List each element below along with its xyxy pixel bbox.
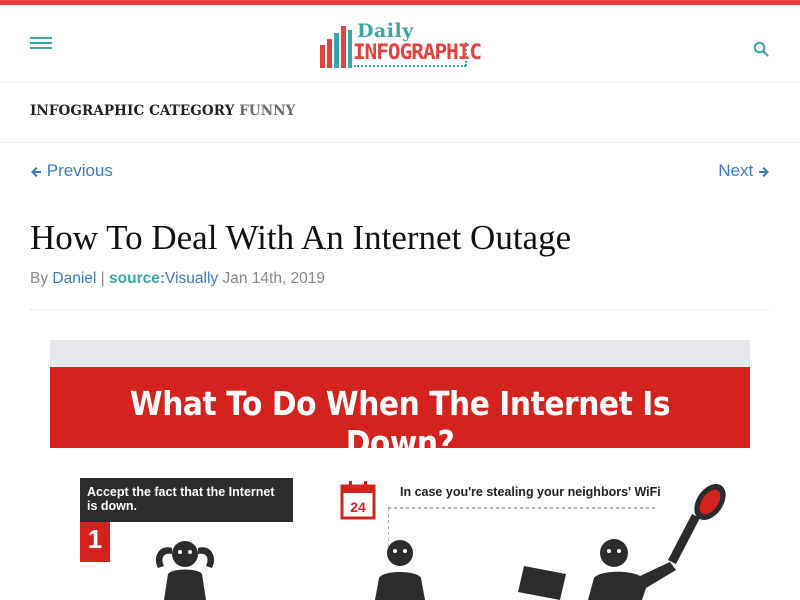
- laptop-icon: [518, 566, 566, 600]
- logo-dotted-line: [354, 65, 466, 67]
- category-value-link[interactable]: FUNNY: [239, 103, 295, 119]
- logo-text-infographic: INFOGRAPHIC: [353, 40, 482, 64]
- stressed-person-icon: [155, 541, 215, 600]
- calendar-number: 24: [350, 499, 366, 515]
- search-icon[interactable]: [753, 41, 769, 57]
- logo-dotted-line-vertical: [465, 42, 467, 66]
- person-with-pan-icon: [588, 483, 726, 600]
- meta-divider: [30, 309, 770, 310]
- next-label: Next: [718, 161, 754, 180]
- category-label: INFOGRAPHIC CATEGORY: [30, 103, 235, 119]
- by-label: By: [30, 270, 49, 287]
- site-logo[interactable]: Daily INFOGRAPHIC: [320, 20, 482, 70]
- source-link[interactable]: Visually: [165, 270, 218, 287]
- arrow-left-icon: [31, 167, 41, 177]
- post-title: How To Deal With An Internet Outage: [30, 218, 572, 257]
- hamburger-menu-icon[interactable]: [30, 35, 52, 51]
- arrow-right-icon: [759, 167, 769, 177]
- infographic-heading: What To Do When The Internet Is Down?: [129, 384, 671, 462]
- infographic-image[interactable]: What To Do When The Internet Is Down? Ac…: [50, 340, 750, 600]
- previous-post-link[interactable]: Previous: [30, 161, 113, 181]
- next-post-link[interactable]: Next: [718, 161, 770, 181]
- site-header: Daily INFOGRAPHIC: [0, 5, 800, 83]
- meta-separator: |: [100, 270, 105, 287]
- infographic-top-band: [50, 340, 750, 367]
- person-icon: [375, 540, 425, 600]
- post-date: Jan 14th, 2019: [222, 270, 326, 287]
- category-heading: INFOGRAPHIC CATEGORY FUNNY: [30, 103, 295, 119]
- category-bar: INFOGRAPHIC CATEGORY FUNNY: [0, 84, 800, 143]
- step1-text: Accept the fact that the Internet is dow…: [87, 485, 275, 513]
- calendar-icon: 24: [340, 481, 376, 520]
- post-meta: By Daniel | source:Visually Jan 14th, 20…: [30, 270, 325, 288]
- logo-text-daily: Daily: [357, 20, 414, 42]
- previous-label: Previous: [46, 161, 113, 180]
- step1-number: 1: [87, 524, 103, 554]
- source-label: source:: [109, 270, 166, 287]
- author-link[interactable]: Daniel: [52, 270, 96, 287]
